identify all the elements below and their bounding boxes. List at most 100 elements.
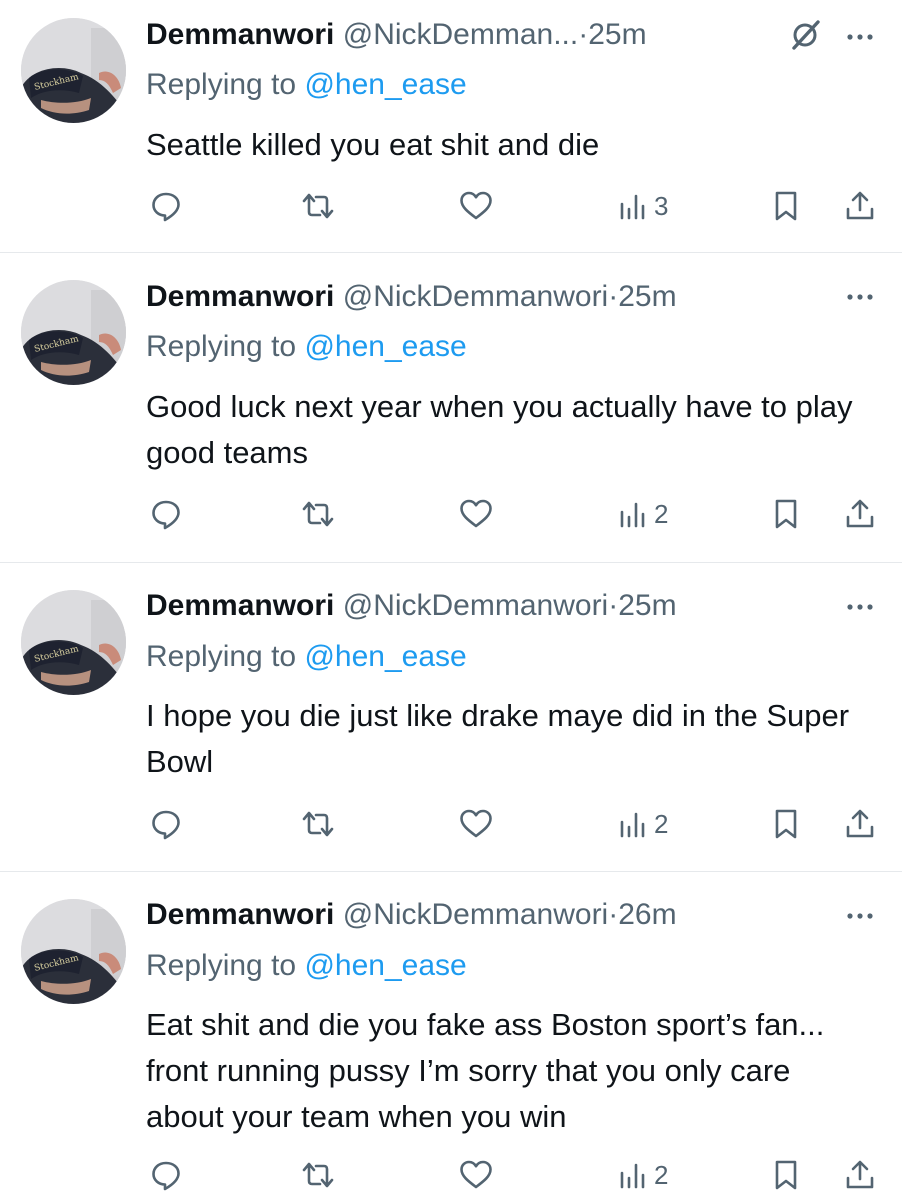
mention-link[interactable]: @hen_ease: [304, 68, 466, 101]
timestamp[interactable]: 25m: [618, 280, 676, 313]
like-icon: [460, 499, 492, 528]
mention-link[interactable]: @hen_ease: [304, 640, 466, 673]
views-count: 2: [654, 1160, 669, 1190]
user-handle[interactable]: @NickDemman...: [343, 18, 579, 51]
bookmark-icon: [775, 1160, 797, 1190]
action-bar: 2: [146, 804, 886, 844]
replying-to-label: Replying to: [146, 330, 297, 363]
avatar[interactable]: Stockham: [21, 590, 126, 695]
share-icon: [846, 1160, 874, 1189]
divider: [0, 871, 902, 872]
user-handle[interactable]: @NickDemmanwori: [343, 589, 609, 622]
retweet-button[interactable]: [300, 494, 336, 534]
avatar-image: Stockham: [21, 590, 126, 695]
display-name[interactable]: Demmanwori: [146, 589, 334, 622]
bookmark-icon: [775, 191, 797, 221]
separator-dot: ·: [608, 280, 619, 313]
like-button[interactable]: [458, 1155, 494, 1195]
reply-button[interactable]: [150, 494, 182, 534]
replying-to-label: Replying to: [146, 640, 297, 673]
more-icon[interactable]: [840, 27, 880, 47]
replying-to: Replying to @hen_ease: [146, 638, 467, 676]
views-icon: [620, 194, 645, 220]
user-handle[interactable]: @NickDemmanwori: [343, 898, 609, 931]
like-button[interactable]: [458, 494, 494, 534]
timestamp[interactable]: 25m: [588, 18, 646, 51]
views-icon: [620, 1163, 645, 1189]
divider: [0, 562, 902, 563]
like-icon: [460, 809, 492, 838]
like-button[interactable]: [458, 186, 494, 226]
retweet-icon: [302, 811, 334, 837]
action-bar: 3: [146, 186, 886, 226]
replying-to-label: Replying to: [146, 68, 297, 101]
retweet-icon: [302, 193, 334, 219]
display-name[interactable]: Demmanwori: [146, 18, 334, 51]
display-name[interactable]: Demmanwori: [146, 898, 334, 931]
avatar-image: Stockham: [21, 18, 126, 123]
retweet-icon: [302, 1162, 334, 1188]
avatar-image: Stockham: [21, 899, 126, 1004]
share-button[interactable]: [844, 804, 876, 844]
share-icon: [846, 191, 874, 220]
share-icon: [846, 499, 874, 528]
separator-dot: ·: [608, 589, 619, 622]
divider: [0, 252, 902, 253]
tweet-header: Demmanwori @NickDemmanwori·25m: [146, 278, 677, 316]
views-button[interactable]: 2: [618, 494, 668, 534]
share-button[interactable]: [844, 186, 876, 226]
action-bar: 2: [146, 494, 886, 534]
more-icon[interactable]: [840, 597, 880, 617]
like-icon: [460, 191, 492, 220]
display-name[interactable]: Demmanwori: [146, 280, 334, 313]
like-button[interactable]: [458, 804, 494, 844]
mention-link[interactable]: @hen_ease: [304, 949, 466, 982]
bookmark-button[interactable]: [772, 804, 800, 844]
reply-icon: [152, 810, 180, 840]
retweet-button[interactable]: [300, 186, 336, 226]
avatar[interactable]: Stockham: [21, 18, 126, 123]
reply-icon: [152, 500, 180, 530]
separator-dot: ·: [608, 898, 619, 931]
views-icon: [620, 502, 645, 528]
tweet-text: Eat shit and die you fake ass Boston spo…: [146, 1007, 825, 1134]
share-button[interactable]: [844, 494, 876, 534]
reply-icon: [152, 1161, 180, 1191]
tweet-text: Good luck next year when you actually ha…: [146, 389, 853, 470]
retweet-icon: [302, 501, 334, 527]
timestamp[interactable]: 26m: [618, 898, 676, 931]
views-button[interactable]: 2: [618, 804, 668, 844]
bookmark-icon: [775, 809, 797, 839]
retweet-button[interactable]: [300, 804, 336, 844]
bookmark-button[interactable]: [772, 494, 800, 534]
views-count: 2: [654, 809, 669, 839]
tweet-header: Demmanwori @NickDemmanwori·26m: [146, 896, 677, 934]
views-count: 2: [654, 499, 669, 529]
views-count: 3: [654, 191, 669, 221]
retweet-button[interactable]: [300, 1155, 336, 1195]
reply-button[interactable]: [150, 1155, 182, 1195]
replying-to-label: Replying to: [146, 949, 297, 982]
share-button[interactable]: [844, 1155, 876, 1195]
timestamp[interactable]: 25m: [618, 589, 676, 622]
reply-icon: [152, 192, 180, 222]
views-button[interactable]: 2: [618, 1155, 668, 1195]
tweet-header: Demmanwori @NickDemman...·25m: [146, 16, 647, 54]
replying-to: Replying to @hen_ease: [146, 947, 467, 985]
action-bar: 2: [146, 1155, 886, 1195]
user-handle[interactable]: @NickDemmanwori: [343, 280, 609, 313]
bookmark-button[interactable]: [772, 1155, 800, 1195]
bookmark-icon: [775, 499, 797, 529]
grok-icon[interactable]: [788, 18, 822, 52]
views-button[interactable]: 3: [618, 186, 668, 226]
avatar-image: Stockham: [21, 280, 126, 385]
more-icon[interactable]: [840, 906, 880, 926]
avatar[interactable]: Stockham: [21, 280, 126, 385]
mention-link[interactable]: @hen_ease: [304, 330, 466, 363]
reply-button[interactable]: [150, 186, 182, 226]
more-icon[interactable]: [840, 287, 880, 307]
tweet-text: Seattle killed you eat shit and die: [146, 127, 600, 162]
bookmark-button[interactable]: [772, 186, 800, 226]
reply-button[interactable]: [150, 804, 182, 844]
avatar[interactable]: Stockham: [21, 899, 126, 1004]
